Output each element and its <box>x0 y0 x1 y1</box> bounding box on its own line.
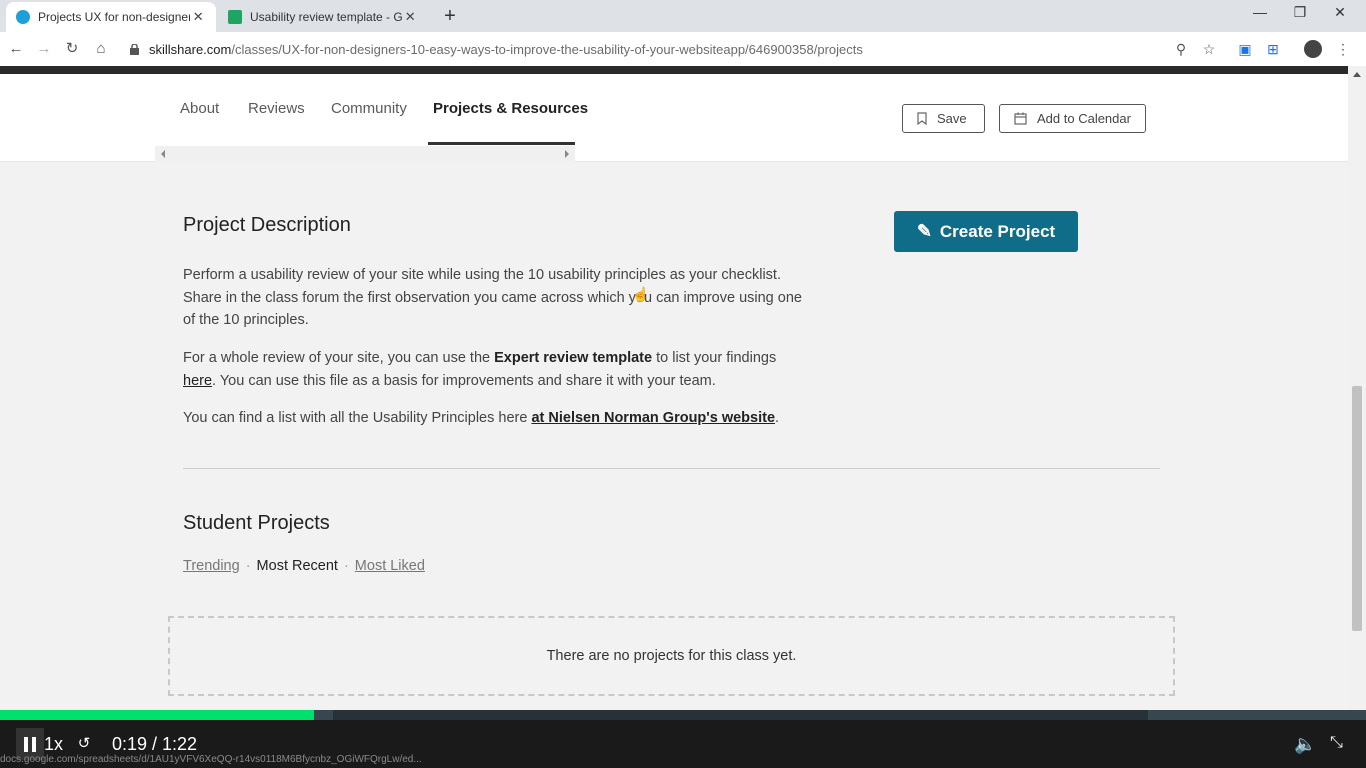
volume-icon[interactable]: 🔈 <box>1294 734 1316 755</box>
expert-review-template-text: Expert review template <box>494 350 653 366</box>
lock-icon <box>130 43 139 55</box>
scroll-right-icon[interactable] <box>565 150 569 158</box>
create-project-label: Create Project <box>939 221 1056 241</box>
progress-buffered <box>333 710 1148 720</box>
filter-trending[interactable]: Trending <box>183 558 240 574</box>
empty-projects-text: There are no projects for this class yet… <box>546 648 797 664</box>
playback-speed[interactable]: 1x <box>44 734 63 755</box>
rewind-15-icon[interactable]: ↺ <box>74 734 94 754</box>
pause-icon <box>24 736 28 752</box>
reload-icon[interactable]: ↻ <box>62 39 82 59</box>
browser-toolbar: ← → ↻ ⌂ skillshare.com/classes/UX-for-no… <box>0 32 1366 66</box>
project-paragraph-3: You can find a list with all the Usabili… <box>183 407 813 430</box>
tab-about[interactable]: About <box>180 100 219 117</box>
calendar-icon <box>1014 112 1027 125</box>
back-arrow-icon[interactable]: ← <box>6 39 26 59</box>
profile-avatar[interactable] <box>1304 40 1322 58</box>
active-tab-indicator <box>428 142 575 145</box>
save-label: Save <box>937 111 967 126</box>
empty-projects-box: There are no projects for this class yet… <box>168 616 1175 696</box>
forward-arrow-icon[interactable]: → <box>34 39 54 59</box>
exit-fullscreen-icon[interactable]: ⤡ <box>1330 734 1343 752</box>
pencil-icon: ✎ <box>916 221 932 241</box>
browser-tab-skillshare[interactable]: Projects UX for non-designers: 10 ✕ <box>6 2 216 32</box>
zoom-icon[interactable]: ⚲ <box>1172 40 1190 58</box>
filter-most-recent[interactable]: Most Recent <box>257 558 338 574</box>
project-paragraph-2: For a whole review of your site, you can… <box>183 347 813 392</box>
home-icon[interactable]: ⌂ <box>91 39 111 59</box>
page-scrollbar[interactable] <box>1348 66 1366 710</box>
tab-projects-resources[interactable]: Projects & Resources <box>433 100 588 117</box>
tab-title: Projects UX for non-designers: 10 <box>38 10 191 24</box>
url-path: /classes/UX-for-non-designers-10-easy-wa… <box>231 41 863 57</box>
extension-icon[interactable]: ▣ <box>1236 40 1254 58</box>
page-viewport: About Reviews Community Projects & Resou… <box>0 74 1348 710</box>
menu-dots-icon[interactable]: ⋮ <box>1334 40 1352 58</box>
pause-icon <box>32 736 36 752</box>
filter-separator: · <box>343 558 349 574</box>
hand-cursor-icon: ☝ <box>632 286 650 302</box>
progress-played <box>0 710 315 720</box>
star-icon[interactable]: ☆ <box>1200 40 1218 58</box>
new-tab-icon[interactable]: + <box>440 5 460 28</box>
page-header-strip <box>0 66 1348 74</box>
filter-most-liked[interactable]: Most Liked <box>355 558 425 574</box>
tab-reviews[interactable]: Reviews <box>248 100 305 117</box>
video-progress-bar[interactable] <box>0 710 1366 720</box>
maximize-icon[interactable]: ❐ <box>1285 4 1315 21</box>
class-subnav: About Reviews Community Projects & Resou… <box>0 74 1348 162</box>
filter-separator: · <box>245 558 251 574</box>
tab-scrollbar[interactable] <box>155 146 575 162</box>
here-link[interactable]: here <box>183 373 212 389</box>
p2-text: For a whole review of your site, you can… <box>183 350 495 366</box>
project-paragraph-1: Perform a usability review of your site … <box>183 267 802 328</box>
status-bar-url: docs.google.com/spreadsheets/d/1AU1yVFV6… <box>0 754 422 765</box>
p3-text: You can find a list with all the Usabili… <box>183 410 532 426</box>
create-project-button[interactable]: ✎ Create Project <box>894 211 1078 252</box>
scroll-left-icon[interactable] <box>161 150 165 158</box>
add-to-calendar-button[interactable]: Add to Calendar <box>999 104 1146 133</box>
skillshare-favicon-icon <box>16 10 30 24</box>
nielsen-norman-link[interactable]: at Nielsen Norman Group's website <box>531 410 775 426</box>
browser-tab-sheets[interactable]: Usability review template - Goog ✕ <box>218 2 428 32</box>
browser-tab-bar: Projects UX for non-designers: 10 ✕ Usab… <box>0 0 1366 32</box>
close-tab-icon[interactable]: ✕ <box>190 9 206 25</box>
bookmark-icon <box>917 112 927 125</box>
url-host: skillshare.com <box>149 41 232 57</box>
scroll-up-icon[interactable] <box>1353 72 1361 77</box>
address-bar[interactable]: skillshare.com/classes/UX-for-non-design… <box>118 36 1228 62</box>
p3-text: . <box>775 410 780 426</box>
minimize-icon[interactable]: — <box>1245 4 1275 20</box>
save-button[interactable]: Save <box>902 104 985 133</box>
scrollbar-thumb[interactable] <box>1352 386 1362 631</box>
close-window-icon[interactable]: ✕ <box>1325 4 1355 21</box>
p2-text: . You can use this file as a basis for i… <box>212 372 716 389</box>
close-tab-icon[interactable]: ✕ <box>402 9 418 25</box>
calendar-label: Add to Calendar <box>1037 111 1131 126</box>
tab-community[interactable]: Community <box>331 100 407 117</box>
student-projects-heading: Student Projects <box>183 512 330 534</box>
playback-time: 0:19 / 1:22 <box>112 734 198 754</box>
project-description-heading: Project Description <box>183 214 351 236</box>
p2-text: to list your findings <box>652 350 777 366</box>
tab-title: Usability review template - Goog <box>250 10 403 24</box>
windows-icon[interactable]: ⊞ <box>1264 40 1282 58</box>
sheets-favicon-icon <box>228 10 242 24</box>
project-filters: Trending · Most Recent · Most Liked <box>183 558 425 574</box>
section-divider <box>183 468 1160 469</box>
